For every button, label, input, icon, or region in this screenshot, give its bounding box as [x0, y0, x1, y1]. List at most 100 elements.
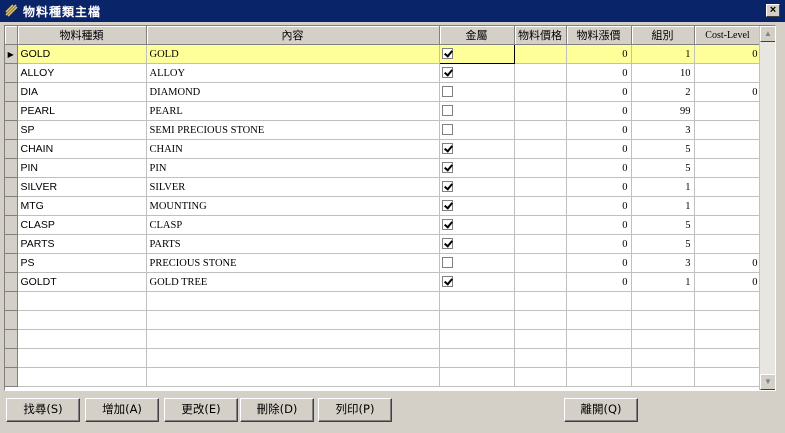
material-increase-cell[interactable]: 0 [566, 120, 632, 140]
content-cell[interactable]: PRECIOUS STONE [146, 253, 440, 273]
metal-checkbox-cell[interactable] [439, 82, 515, 102]
material-increase-cell[interactable]: 0 [566, 139, 632, 159]
material-increase-cell[interactable]: 0 [566, 63, 632, 83]
content-cell[interactable]: MOUNTING [146, 196, 440, 216]
group-cell[interactable]: 1 [631, 177, 695, 197]
material-type-grid[interactable]: 物料種類 內容 金屬 物料價格 物料漲價 組別 Cost-Level ▶ GOLD… [4, 25, 776, 391]
row-indicator[interactable] [5, 215, 18, 235]
row-indicator[interactable] [5, 82, 18, 102]
metal-checkbox-cell[interactable] [439, 120, 515, 140]
content-cell[interactable]: SEMI PRECIOUS STONE [146, 120, 440, 140]
checkbox-checked[interactable] [441, 47, 453, 59]
row-indicator[interactable] [5, 253, 18, 273]
row-indicator[interactable] [5, 196, 18, 216]
table-row[interactable]: SILVER SILVER 0 1 [5, 177, 762, 197]
cost-level-cell[interactable]: 0 [694, 82, 762, 102]
material-type-cell[interactable]: GOLDT [17, 272, 147, 292]
find-button[interactable]: 找尋(S) [6, 398, 80, 422]
checkbox-unchecked[interactable] [441, 104, 453, 116]
material-increase-cell[interactable]: 0 [566, 158, 632, 178]
material-price-cell[interactable] [514, 139, 567, 159]
column-header-content[interactable]: 內容 [146, 26, 440, 45]
cost-level-cell[interactable] [694, 234, 762, 254]
checkbox-checked[interactable] [441, 237, 453, 249]
table-row[interactable]: ALLOY ALLOY 0 10 [5, 63, 762, 83]
content-cell[interactable]: PIN [146, 158, 440, 178]
checkbox-unchecked[interactable] [441, 123, 453, 135]
cost-level-cell[interactable] [694, 120, 762, 140]
material-type-cell[interactable]: PARTS [17, 234, 147, 254]
group-cell[interactable]: 5 [631, 139, 695, 159]
cost-level-cell[interactable] [694, 177, 762, 197]
material-increase-cell[interactable]: 0 [566, 44, 632, 64]
material-type-cell[interactable]: PEARL [17, 101, 147, 121]
content-cell[interactable]: PARTS [146, 234, 440, 254]
table-row[interactable]: PS PRECIOUS STONE 0 3 0 [5, 253, 762, 273]
material-type-cell[interactable]: PS [17, 253, 147, 273]
material-price-cell[interactable] [514, 215, 567, 235]
metal-checkbox-cell[interactable] [439, 272, 515, 292]
table-row[interactable]: DIA DIAMOND 0 2 0 [5, 82, 762, 102]
material-increase-cell[interactable]: 0 [566, 215, 632, 235]
checkbox-checked[interactable] [441, 66, 453, 78]
material-price-cell[interactable] [514, 82, 567, 102]
material-increase-cell[interactable]: 0 [566, 253, 632, 273]
group-cell[interactable]: 1 [631, 196, 695, 216]
checkbox-checked[interactable] [441, 275, 453, 287]
table-row[interactable]: PARTS PARTS 0 5 [5, 234, 762, 254]
metal-checkbox-cell[interactable] [439, 63, 515, 83]
table-row[interactable]: CLASP CLASP 0 5 [5, 215, 762, 235]
material-price-cell[interactable] [514, 196, 567, 216]
material-type-cell[interactable]: PIN [17, 158, 147, 178]
material-increase-cell[interactable]: 0 [566, 196, 632, 216]
checkbox-checked[interactable] [441, 218, 453, 230]
material-type-cell[interactable]: SP [17, 120, 147, 140]
material-price-cell[interactable] [514, 158, 567, 178]
row-indicator[interactable] [5, 158, 18, 178]
material-type-cell[interactable]: SILVER [17, 177, 147, 197]
metal-checkbox-cell[interactable] [439, 196, 515, 216]
cost-level-cell[interactable]: 0 [694, 44, 762, 64]
content-cell[interactable]: GOLD TREE [146, 272, 440, 292]
checkbox-unchecked[interactable] [441, 85, 453, 97]
table-row[interactable]: CHAIN CHAIN 0 5 [5, 139, 762, 159]
content-cell[interactable]: GOLD [146, 44, 440, 64]
row-indicator[interactable] [5, 139, 18, 159]
content-cell[interactable]: PEARL [146, 101, 440, 121]
content-cell[interactable]: ALLOY [146, 63, 440, 83]
cost-level-cell[interactable] [694, 158, 762, 178]
checkbox-checked[interactable] [441, 142, 453, 154]
material-increase-cell[interactable]: 0 [566, 101, 632, 121]
table-row[interactable]: PEARL PEARL 0 99 [5, 101, 762, 121]
cost-level-cell[interactable]: 0 [694, 272, 762, 292]
material-increase-cell[interactable]: 0 [566, 272, 632, 292]
cost-level-cell[interactable] [694, 196, 762, 216]
group-cell[interactable]: 10 [631, 63, 695, 83]
group-cell[interactable]: 99 [631, 101, 695, 121]
scroll-down-icon[interactable]: ▼ [760, 374, 775, 390]
content-cell[interactable]: SILVER [146, 177, 440, 197]
material-price-cell[interactable] [514, 44, 567, 64]
cost-level-cell[interactable]: 0 [694, 253, 762, 273]
content-cell[interactable]: CLASP [146, 215, 440, 235]
metal-checkbox-cell[interactable] [438, 44, 515, 64]
checkbox-unchecked[interactable] [441, 256, 453, 268]
material-price-cell[interactable] [514, 253, 567, 273]
table-row[interactable]: MTG MOUNTING 0 1 [5, 196, 762, 216]
cost-level-cell[interactable] [694, 63, 762, 83]
group-cell[interactable]: 1 [631, 44, 695, 64]
metal-checkbox-cell[interactable] [439, 101, 515, 121]
material-price-cell[interactable] [514, 234, 567, 254]
content-cell[interactable]: DIAMOND [146, 82, 440, 102]
vertical-scrollbar[interactable]: ▲ ▼ [759, 26, 775, 390]
metal-checkbox-cell[interactable] [439, 253, 515, 273]
metal-checkbox-cell[interactable] [439, 177, 515, 197]
table-row[interactable]: ▶ GOLD GOLD 0 1 0 [5, 44, 762, 64]
material-increase-cell[interactable]: 0 [566, 82, 632, 102]
metal-checkbox-cell[interactable] [439, 158, 515, 178]
group-cell[interactable]: 5 [631, 234, 695, 254]
material-type-cell[interactable]: DIA [17, 82, 147, 102]
material-price-cell[interactable] [514, 120, 567, 140]
table-row[interactable]: PIN PIN 0 5 [5, 158, 762, 178]
material-type-cell[interactable]: CLASP [17, 215, 147, 235]
